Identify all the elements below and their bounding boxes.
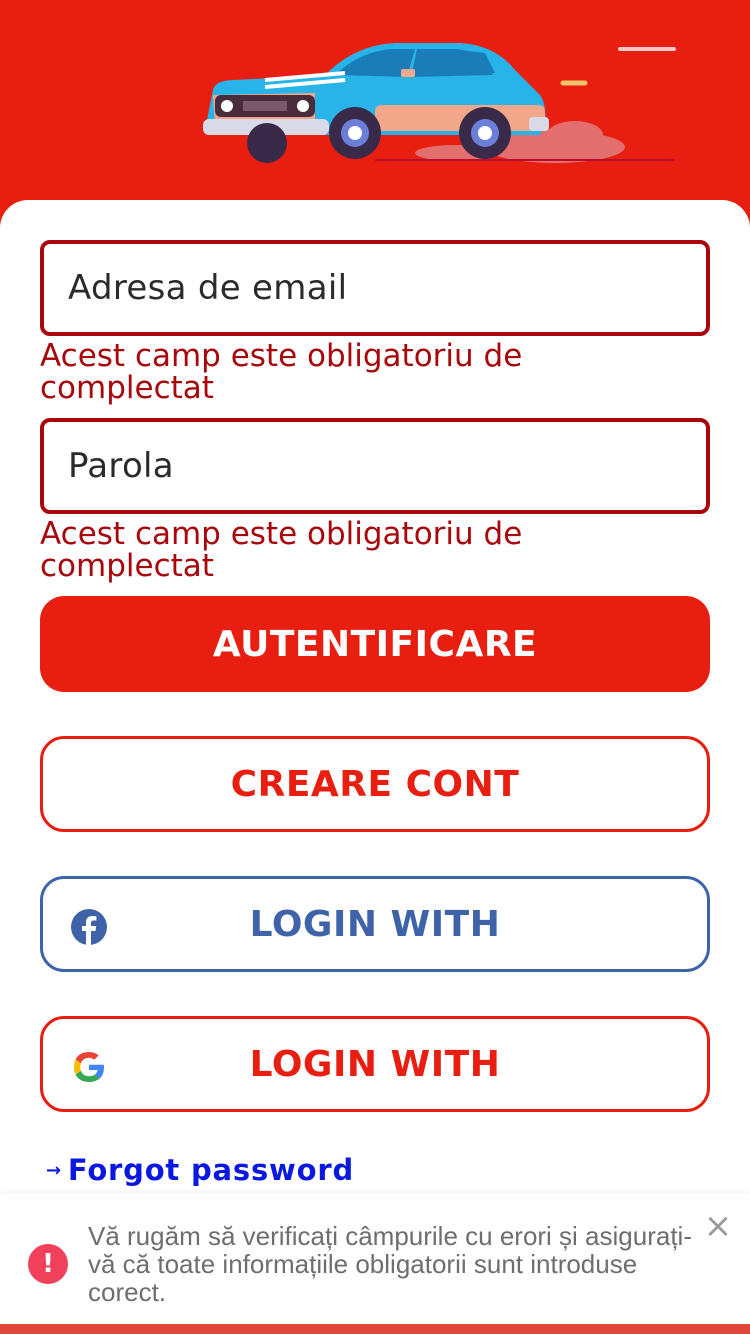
email-field[interactable]: Adresa de email [40,240,710,336]
toast-message: Vă rugăm să verificați câmpurile cu eror… [88,1221,692,1307]
create-account-button-label: CREARE CONT [230,763,520,805]
password-field[interactable]: Parola [40,418,710,514]
login-button[interactable]: AUTENTIFICARE [40,596,710,692]
google-login-button[interactable]: LOGIN WITH [40,1016,710,1112]
error-icon: ! [28,1244,68,1284]
facebook-login-label: LOGIN WITH [249,903,501,945]
forgot-password-link[interactable]: → Forgot password [46,1152,354,1188]
create-account-button[interactable]: CREARE CONT [40,736,710,832]
facebook-icon [71,909,107,945]
car-illustration [203,43,675,163]
arrow-right-icon: → [46,1159,62,1181]
email-error-message: Acest camp este obligatoriu de complecta… [40,338,523,406]
password-placeholder: Parola [68,446,174,486]
google-login-label: LOGIN WITH [249,1043,501,1085]
forgot-password-label: Forgot password [67,1153,355,1187]
login-button-label: AUTENTIFICARE [212,623,538,665]
google-icon [74,1052,104,1082]
close-icon[interactable]: × [700,1208,736,1244]
header [0,0,750,220]
email-placeholder: Adresa de email [68,268,348,308]
bottom-strip [0,1324,750,1334]
error-toast: ! Vă rugăm să verificați câmpurile cu er… [0,1194,750,1324]
facebook-login-button[interactable]: LOGIN WITH [40,876,710,972]
password-error-message: Acest camp este obligatoriu de complecta… [40,516,523,584]
